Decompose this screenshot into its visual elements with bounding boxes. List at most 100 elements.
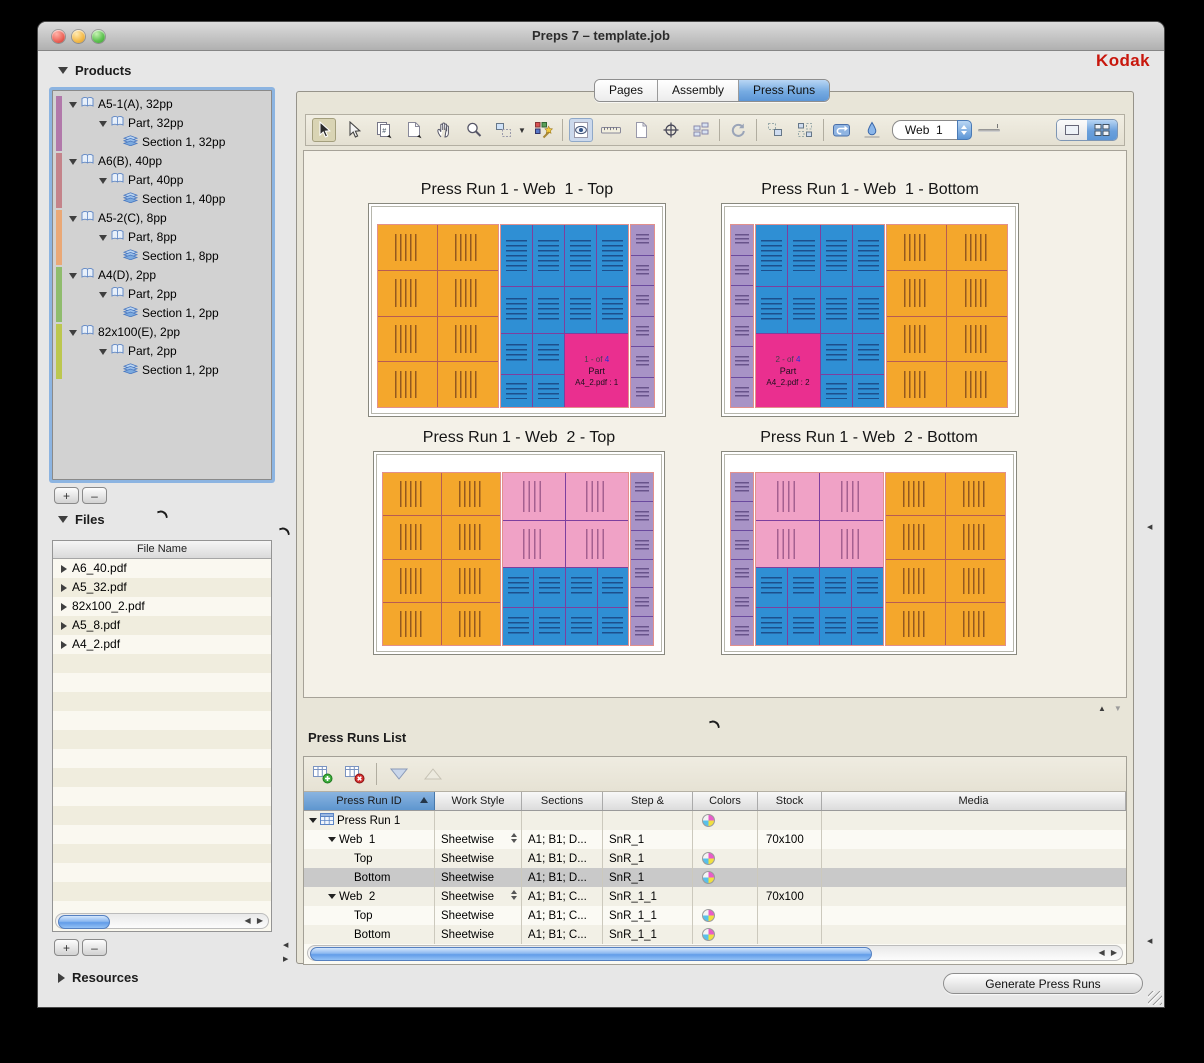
work-style-cell[interactable]: Sheetwise — [435, 849, 522, 868]
part-row[interactable]: Part, 2pp — [53, 285, 271, 304]
products-tree[interactable]: A5-1(A), 32pp Part, 32pp Section 1, 32pp A6… — [52, 90, 272, 480]
stock-cell[interactable] — [758, 849, 822, 868]
generate-press-runs-button[interactable]: Generate Press Runs — [943, 973, 1143, 994]
tab-press-runs[interactable]: Press Runs — [739, 80, 830, 101]
scrollbar-arrows[interactable]: ◀ ▶ — [1098, 948, 1119, 957]
multi-view-button[interactable] — [1087, 120, 1117, 140]
colors-cell[interactable] — [693, 849, 758, 868]
disclosure-right-icon[interactable] — [61, 621, 67, 630]
zoom-slider[interactable] — [977, 123, 1000, 132]
file-row[interactable]: A5_8.pdf — [53, 616, 271, 635]
sections-cell[interactable]: A1; B1; D... — [522, 849, 603, 868]
step-repeat-cell[interactable]: SnR_1 — [603, 868, 693, 887]
ink-tool-icon[interactable] — [860, 118, 884, 142]
imposition-wizard-icon[interactable] — [532, 118, 556, 142]
press-run-row[interactable]: Press Run 1 — [304, 811, 1126, 830]
disclosure-down-icon[interactable] — [99, 177, 107, 184]
part-row[interactable]: Part, 2pp — [53, 342, 271, 361]
section-row[interactable]: Section 1, 8pp — [53, 247, 271, 266]
disclosure-down-icon[interactable] — [69, 101, 77, 108]
press-sheet[interactable] — [721, 451, 1017, 655]
product-row[interactable]: A4(D), 2pp — [53, 266, 271, 285]
preview-mode-toggle-icon[interactable] — [568, 118, 593, 142]
disclosure-down-icon[interactable] — [58, 516, 68, 523]
collapse-pane-arrow[interactable]: ◀ — [1147, 938, 1152, 945]
add-file-button[interactable]: + — [54, 939, 79, 956]
file-row[interactable]: A5_32.pdf — [53, 578, 271, 597]
disclosure-down-icon[interactable] — [69, 272, 77, 279]
press-sheet[interactable] — [373, 451, 665, 655]
media-cell[interactable] — [822, 887, 1126, 906]
stock-cell[interactable]: 70x100 — [758, 830, 822, 849]
column-header-work-style[interactable]: Work Style — [435, 792, 522, 810]
refresh-tool-icon[interactable] — [726, 118, 750, 142]
step-repeat-cell[interactable] — [603, 811, 693, 830]
products-section-header[interactable]: Products — [58, 63, 131, 78]
disclosure-down-icon[interactable] — [99, 348, 107, 355]
stock-cell[interactable] — [758, 811, 822, 830]
colors-cell[interactable] — [693, 906, 758, 925]
tab-pages[interactable]: Pages — [595, 80, 659, 101]
files-horizontal-scrollbar[interactable]: ◀ ▶ — [55, 913, 269, 929]
tab-assembly[interactable]: Assembly — [658, 80, 740, 101]
press-run-row[interactable]: Top Sheetwise A1; B1; C... SnR_1_1 — [304, 906, 1126, 925]
marquee-zoom-tool-icon[interactable] — [492, 118, 516, 142]
disclosure-down-icon[interactable] — [69, 158, 77, 165]
press-sheet[interactable]: 2 - of 4 Part A4_2.pdf : 2 — [721, 203, 1019, 417]
scrollbar-thumb[interactable] — [310, 947, 872, 961]
section-row[interactable]: Section 1, 2pp — [53, 304, 271, 323]
work-style-cell[interactable] — [435, 811, 522, 830]
disclosure-right-icon[interactable] — [61, 583, 67, 592]
collapse-pane-arrow[interactable]: ▶ — [283, 956, 288, 963]
column-header-step[interactable]: Step & — [603, 792, 693, 810]
media-cell[interactable] — [822, 925, 1126, 944]
step-repeat-cell[interactable]: SnR_1 — [603, 830, 693, 849]
part-row[interactable]: Part, 40pp — [53, 171, 271, 190]
stock-cell[interactable]: 70x100 — [758, 887, 822, 906]
disclosure-down-icon[interactable] — [99, 120, 107, 127]
remove-product-button[interactable]: – — [82, 487, 107, 504]
go-back-tool-icon[interactable] — [830, 118, 854, 142]
stock-cell[interactable] — [758, 868, 822, 887]
numbered-pages-tool-icon[interactable]: # — [372, 118, 396, 142]
work-style-cell[interactable]: Sheetwise — [435, 868, 522, 887]
sections-cell[interactable]: A1; B1; D... — [522, 830, 603, 849]
scrollbar-arrows[interactable]: ◀ ▶ — [244, 916, 265, 925]
files-section-header[interactable]: Files — [58, 512, 105, 527]
titlebar[interactable]: Preps 7 – template.job — [38, 22, 1164, 51]
window-resize-grip[interactable] — [1148, 991, 1162, 1005]
disclosure-down-icon[interactable] — [69, 215, 77, 222]
move-down-button[interactable] — [387, 766, 411, 783]
product-row[interactable]: 82x100(E), 2pp — [53, 323, 271, 342]
stock-cell[interactable] — [758, 906, 822, 925]
part-row[interactable]: Part, 32pp — [53, 114, 271, 133]
single-view-button[interactable] — [1057, 120, 1087, 140]
pan-tool-icon[interactable] — [432, 118, 456, 142]
file-row[interactable]: A4_2.pdf — [53, 635, 271, 654]
collapse-pane-arrow[interactable]: ◀ — [1147, 524, 1152, 531]
delete-press-run-button[interactable] — [344, 765, 366, 784]
pane-splitter-arrows[interactable]: ▲▼ — [1098, 704, 1130, 713]
table-horizontal-scrollbar[interactable]: ◀ ▶ — [307, 945, 1123, 961]
section-row[interactable]: Section 1, 40pp — [53, 190, 271, 209]
disclosure-down-icon[interactable] — [309, 818, 317, 823]
disclosure-down-icon[interactable] — [328, 894, 336, 899]
disclosure-down-icon[interactable] — [58, 67, 68, 74]
file-name-column-header[interactable]: File Name — [53, 541, 271, 559]
step-repeat-cell[interactable]: SnR_1 — [603, 849, 693, 868]
press-run-id-cell[interactable]: Bottom — [304, 925, 435, 944]
press-run-row[interactable]: Bottom Sheetwise A1; B1; C... SnR_1_1 — [304, 925, 1126, 944]
press-run-row[interactable]: Top Sheetwise A1; B1; D... SnR_1 — [304, 849, 1126, 868]
press-sheet[interactable]: 1 - of 4 Part A4_2.pdf : 1 — [368, 203, 666, 417]
sections-cell[interactable]: A1; B1; C... — [522, 925, 603, 944]
colors-cell[interactable] — [693, 868, 758, 887]
center-point-tool-icon[interactable] — [659, 118, 683, 142]
disclosure-right-icon[interactable] — [61, 602, 67, 611]
product-row[interactable]: A5-1(A), 32pp — [53, 95, 271, 114]
scrollbar-thumb[interactable] — [58, 915, 110, 929]
colors-cell[interactable] — [693, 830, 758, 849]
sections-cell[interactable]: A1; B1; D... — [522, 868, 603, 887]
press-run-canvas[interactable]: Press Run 1 - Web 1 - Top 1 - of 4 Part A4_… — [303, 150, 1127, 698]
media-cell[interactable] — [822, 849, 1126, 868]
remove-file-button[interactable]: – — [82, 939, 107, 956]
